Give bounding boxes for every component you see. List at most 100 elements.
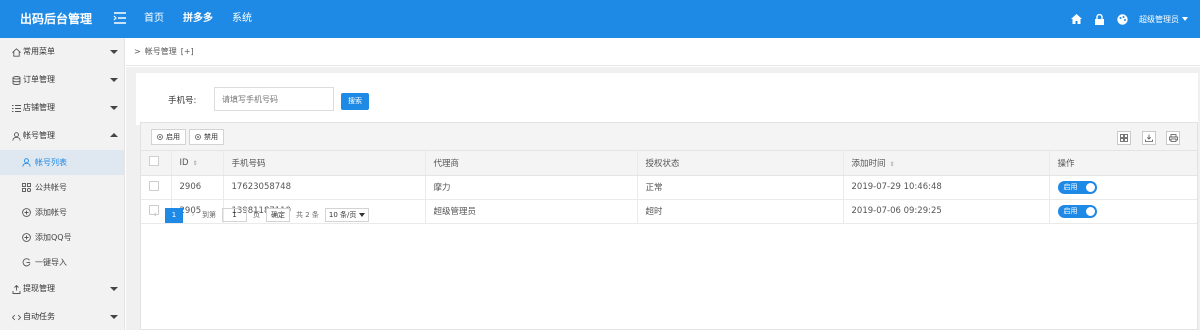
chevron-down-icon [110, 78, 118, 82]
top-nav: 首页 拼多多 系统 [144, 0, 271, 38]
table-toolbar: 启用 禁用 [141, 123, 1197, 151]
sidebar-item-add-qq[interactable]: 添加QQ号 [0, 225, 124, 250]
col-label: ID [179, 157, 189, 168]
total-count: 共 2 条 [296, 211, 319, 219]
sidebar-item-label: 帐号列表 [35, 158, 67, 167]
print-icon[interactable] [1166, 131, 1180, 145]
phone-search-input[interactable] [214, 87, 334, 111]
top-bar: 出码后台管理 首页 拼多多 系统 超级管理员 [0, 0, 1200, 38]
nav-pdd[interactable]: 拼多多 [183, 0, 213, 38]
row-checkbox-cell [141, 175, 172, 200]
sort-icon[interactable]: ⇕ [193, 160, 198, 167]
page-number-input[interactable]: 1 [222, 208, 247, 222]
col-agent: 代理商 [425, 151, 638, 176]
enable-toggle[interactable]: 启用 [1057, 180, 1097, 194]
lock-icon[interactable] [1093, 13, 1105, 25]
home-outline-icon [12, 47, 21, 57]
sidebar-item-account-list[interactable]: 帐号列表 [0, 150, 124, 175]
col-phone: 手机号码 [223, 151, 426, 176]
col-add-time[interactable]: 添加时间 ⇕ [843, 151, 1050, 176]
phone-label: 手机号: [168, 96, 197, 106]
play-circle-icon [157, 134, 163, 140]
chevron-up-icon [110, 133, 118, 137]
disable-button[interactable]: 禁用 [189, 129, 224, 145]
sidebar-item-label: 订单管理 [23, 75, 55, 84]
breadcrumb-add-tab[interactable]: [+] [181, 47, 194, 56]
cell-add-time: 2019-07-06 09:29:25 [843, 199, 1050, 224]
sidebar-item-add-account[interactable]: 添加帐号 [0, 200, 124, 225]
enable-toggle[interactable]: 启用 [1057, 204, 1097, 218]
export-icon[interactable] [1142, 131, 1156, 145]
enable-button[interactable]: 启用 [151, 129, 186, 145]
select-all-checkbox[interactable] [149, 156, 159, 167]
code-icon [12, 313, 21, 322]
disable-button-label: 禁用 [204, 133, 218, 141]
next-page-icon[interactable]: › [187, 208, 199, 222]
cell-phone: 17623058748 [223, 175, 426, 200]
sidebar-item-label: 自动任务 [23, 312, 55, 321]
page-size-value: 10 条/页 [328, 211, 357, 219]
search-bar: 手机号: 搜索 [136, 73, 1198, 125]
sidebar-item-public-accounts[interactable]: 公共帐号 [0, 175, 124, 200]
columns-filter-icon[interactable] [1117, 131, 1131, 145]
sidebar-item-shops[interactable]: 店铺管理 [0, 94, 124, 122]
cell-actions: 启用 [1049, 199, 1197, 224]
breadcrumb: > 帐号管理 [+] [126, 38, 1200, 66]
import-icon [22, 258, 31, 267]
sidebar-item-label: 帐号管理 [23, 131, 55, 140]
withdraw-icon [12, 284, 21, 294]
goto-confirm-button[interactable]: 确定 [266, 208, 290, 222]
nav-system[interactable]: 系统 [232, 0, 252, 38]
page-size-select[interactable]: 10 条/页 [324, 208, 370, 222]
col-actions: 操作 [1049, 151, 1197, 176]
chevron-down-icon [110, 315, 118, 319]
sidebar-item-label: 店铺管理 [23, 103, 55, 112]
palette-icon[interactable] [1116, 13, 1128, 25]
cell-id: 2906 [171, 175, 224, 200]
breadcrumb-separator: > [134, 47, 141, 56]
sidebar-item-label: 提现管理 [23, 284, 55, 293]
chevron-down-icon [110, 106, 118, 110]
chevron-down-icon [110, 287, 118, 291]
sidebar-item-label: 常用菜单 [23, 47, 55, 56]
sidebar-item-label: 一键导入 [35, 258, 67, 267]
sort-icon[interactable]: ⇕ [890, 161, 895, 168]
search-button[interactable]: 搜索 [341, 93, 369, 110]
breadcrumb-current[interactable]: 帐号管理 [145, 46, 177, 57]
add-circle-icon [22, 233, 31, 242]
app-title: 出码后台管理 [20, 12, 93, 26]
col-label: 添加时间 [851, 158, 886, 169]
prev-page-icon[interactable]: ‹ [149, 208, 161, 222]
grid-icon [22, 183, 31, 192]
current-page[interactable]: 1 [165, 207, 183, 223]
chevron-down-icon [1182, 17, 1188, 21]
select-all-checkbox-cell [141, 151, 172, 176]
home-icon[interactable] [1070, 13, 1082, 25]
enable-button-label: 启用 [166, 133, 180, 141]
sidebar-item-import[interactable]: 一键导入 [0, 250, 124, 275]
cell-agent: 摩力 [425, 175, 638, 200]
table-row: 2906 17623058748 摩力 正常 2019-07-29 10:46:… [141, 175, 1197, 200]
menu-fold-icon[interactable] [113, 11, 127, 25]
user-icon [12, 131, 21, 141]
goto-label: 到第 [202, 211, 216, 219]
nav-home[interactable]: 首页 [144, 0, 164, 38]
sidebar-item-label: 公共帐号 [35, 183, 67, 192]
sidebar-item-withdraw[interactable]: 提现管理 [0, 275, 124, 303]
database-icon [12, 75, 21, 85]
row-checkbox[interactable] [149, 180, 159, 191]
sidebar-item-orders[interactable]: 订单管理 [0, 66, 124, 94]
list-icon [12, 104, 21, 113]
sidebar-item-auto-tasks[interactable]: 自动任务 [0, 303, 124, 331]
account-table-panel: 启用 禁用 ID ⇕ 手机号码 代理商 授权状态 添加时间 ⇕ 操作 2906 … [140, 122, 1198, 330]
user-menu[interactable]: 超级管理员 [1139, 14, 1188, 25]
main-content: 手机号: 搜索 启用 禁用 [126, 67, 1200, 330]
sidebar-item-accounts[interactable]: 帐号管理 [0, 122, 124, 150]
pagination: ‹ 1 › 到第 1 页 确定 共 2 条 10 条/页 [149, 207, 370, 223]
cell-agent: 超级管理员 [425, 199, 638, 224]
page-unit-label: 页 [253, 211, 260, 219]
col-id[interactable]: ID ⇕ [171, 151, 224, 176]
sidebar-item-label: 添加帐号 [35, 208, 67, 217]
sidebar-item-common[interactable]: 常用菜单 [0, 38, 124, 66]
cell-add-time: 2019-07-29 10:46:48 [843, 175, 1050, 200]
